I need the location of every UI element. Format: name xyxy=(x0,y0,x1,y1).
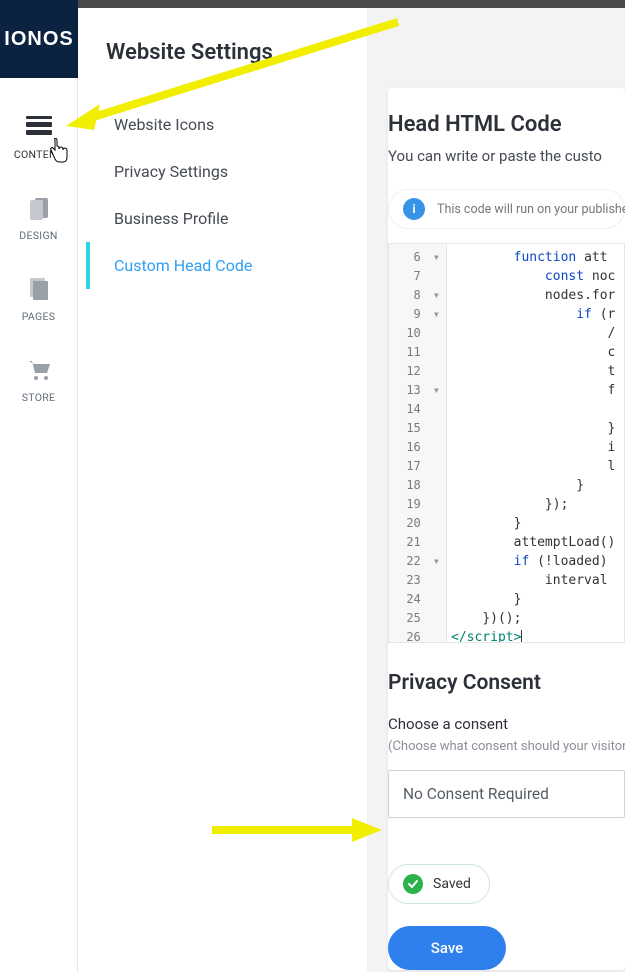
line-number: 12 xyxy=(393,362,440,381)
code-line[interactable]: </script> xyxy=(451,628,615,643)
line-number: 6 ▾ xyxy=(393,248,440,267)
consent-hint: (Choose what consent should your visitor… xyxy=(388,739,625,754)
consent-select-value: No Consent Required xyxy=(403,785,549,803)
line-number: 25 xyxy=(393,609,440,628)
rail-label-store: STORE xyxy=(22,391,56,404)
code-line[interactable]: c xyxy=(451,343,615,362)
design-icon xyxy=(24,193,54,223)
code-line[interactable]: i xyxy=(451,438,615,457)
info-text: This code will run on your publishe xyxy=(437,202,625,217)
rail-label-design: DESIGN xyxy=(19,229,57,242)
app-rail: IONOS CONTENT DESIGN PAGES STORE xyxy=(0,0,78,972)
line-number: 17 xyxy=(393,457,440,476)
code-line[interactable]: }); xyxy=(451,495,615,514)
rail-item-pages[interactable]: PAGES xyxy=(0,260,77,341)
line-number: 14 xyxy=(393,400,440,419)
line-number: 9 ▾ xyxy=(393,305,440,324)
editor-gutter: 6 ▾7 8 ▾9 ▾10 11 12 13 ▾14 15 16 17 18 1… xyxy=(389,244,447,642)
settings-card: Head HTML Code You can write or paste th… xyxy=(388,88,625,970)
line-number: 15 xyxy=(393,419,440,438)
code-line[interactable]: t xyxy=(451,362,615,381)
rail-label-content: CONTENT xyxy=(14,148,63,161)
section-title-privacy: Privacy Consent xyxy=(388,671,625,695)
content-icon xyxy=(24,112,54,142)
info-banner: i This code will run on your publishe xyxy=(388,189,625,229)
code-line[interactable]: if (!loaded) xyxy=(451,552,615,571)
consent-label: Choose a consent xyxy=(388,715,625,733)
line-number: 10 xyxy=(393,324,440,343)
line-number: 7 xyxy=(393,267,440,286)
line-number: 22 ▾ xyxy=(393,552,440,571)
code-line[interactable]: interval xyxy=(451,571,615,590)
line-number: 13 ▾ xyxy=(393,381,440,400)
line-number: 8 ▾ xyxy=(393,286,440,305)
save-button[interactable]: Save xyxy=(388,926,506,970)
top-strip xyxy=(78,0,625,8)
section-title-head-html: Head HTML Code xyxy=(388,112,625,147)
page-title: Website Settings xyxy=(106,40,343,65)
code-line[interactable]: nodes.for xyxy=(451,286,615,305)
menu-item-business-profile[interactable]: Business Profile xyxy=(106,195,343,242)
code-line[interactable]: } xyxy=(451,514,615,533)
code-line[interactable]: function att xyxy=(451,248,615,267)
info-icon: i xyxy=(403,198,425,220)
code-line[interactable]: / xyxy=(451,324,615,343)
code-line[interactable]: const noc xyxy=(451,267,615,286)
saved-status: Saved xyxy=(388,864,490,904)
line-number: 19 xyxy=(393,495,440,514)
code-line[interactable]: })(); xyxy=(451,609,615,628)
settings-sidebar: Website Settings Website Icons Privacy S… xyxy=(78,8,368,972)
check-icon xyxy=(403,874,423,894)
line-number: 26 xyxy=(393,628,440,643)
code-line[interactable]: } xyxy=(451,590,615,609)
saved-text: Saved xyxy=(433,876,471,892)
line-number: 18 xyxy=(393,476,440,495)
code-editor[interactable]: 6 ▾7 8 ▾9 ▾10 11 12 13 ▾14 15 16 17 18 1… xyxy=(388,243,625,643)
menu-item-website-icons[interactable]: Website Icons xyxy=(106,101,343,148)
line-number: 21 xyxy=(393,533,440,552)
code-line[interactable]: attemptLoad() xyxy=(451,533,615,552)
line-number: 16 xyxy=(393,438,440,457)
line-number: 11 xyxy=(393,343,440,362)
code-line[interactable]: f xyxy=(451,381,615,400)
code-line[interactable]: if (r xyxy=(451,305,615,324)
menu-item-privacy-settings[interactable]: Privacy Settings xyxy=(106,148,343,195)
menu-item-custom-head-code[interactable]: Custom Head Code xyxy=(86,242,343,289)
line-number: 20 xyxy=(393,514,440,533)
store-icon xyxy=(24,355,54,385)
code-line[interactable]: } xyxy=(451,476,615,495)
logo[interactable]: IONOS xyxy=(0,0,78,78)
save-button-label: Save xyxy=(431,939,463,957)
line-number: 23 xyxy=(393,571,440,590)
section-subtitle: You can write or paste the custo xyxy=(388,147,625,165)
code-line[interactable] xyxy=(451,400,615,419)
rail-item-design[interactable]: DESIGN xyxy=(0,179,77,260)
rail-items: CONTENT DESIGN PAGES STORE xyxy=(0,78,77,422)
pages-icon xyxy=(24,274,54,304)
code-line[interactable]: } xyxy=(451,419,615,438)
code-line[interactable]: l xyxy=(451,457,615,476)
rail-item-content[interactable]: CONTENT xyxy=(0,98,77,179)
rail-item-store[interactable]: STORE xyxy=(0,341,77,422)
logo-text: IONOS xyxy=(4,28,73,51)
line-number: 24 xyxy=(393,590,440,609)
rail-label-pages: PAGES xyxy=(22,310,56,323)
editor-code[interactable]: function att const noc nodes.for if (r /… xyxy=(447,244,615,642)
main-panel: Head HTML Code You can write or paste th… xyxy=(368,8,625,972)
consent-select[interactable]: No Consent Required xyxy=(388,770,625,818)
